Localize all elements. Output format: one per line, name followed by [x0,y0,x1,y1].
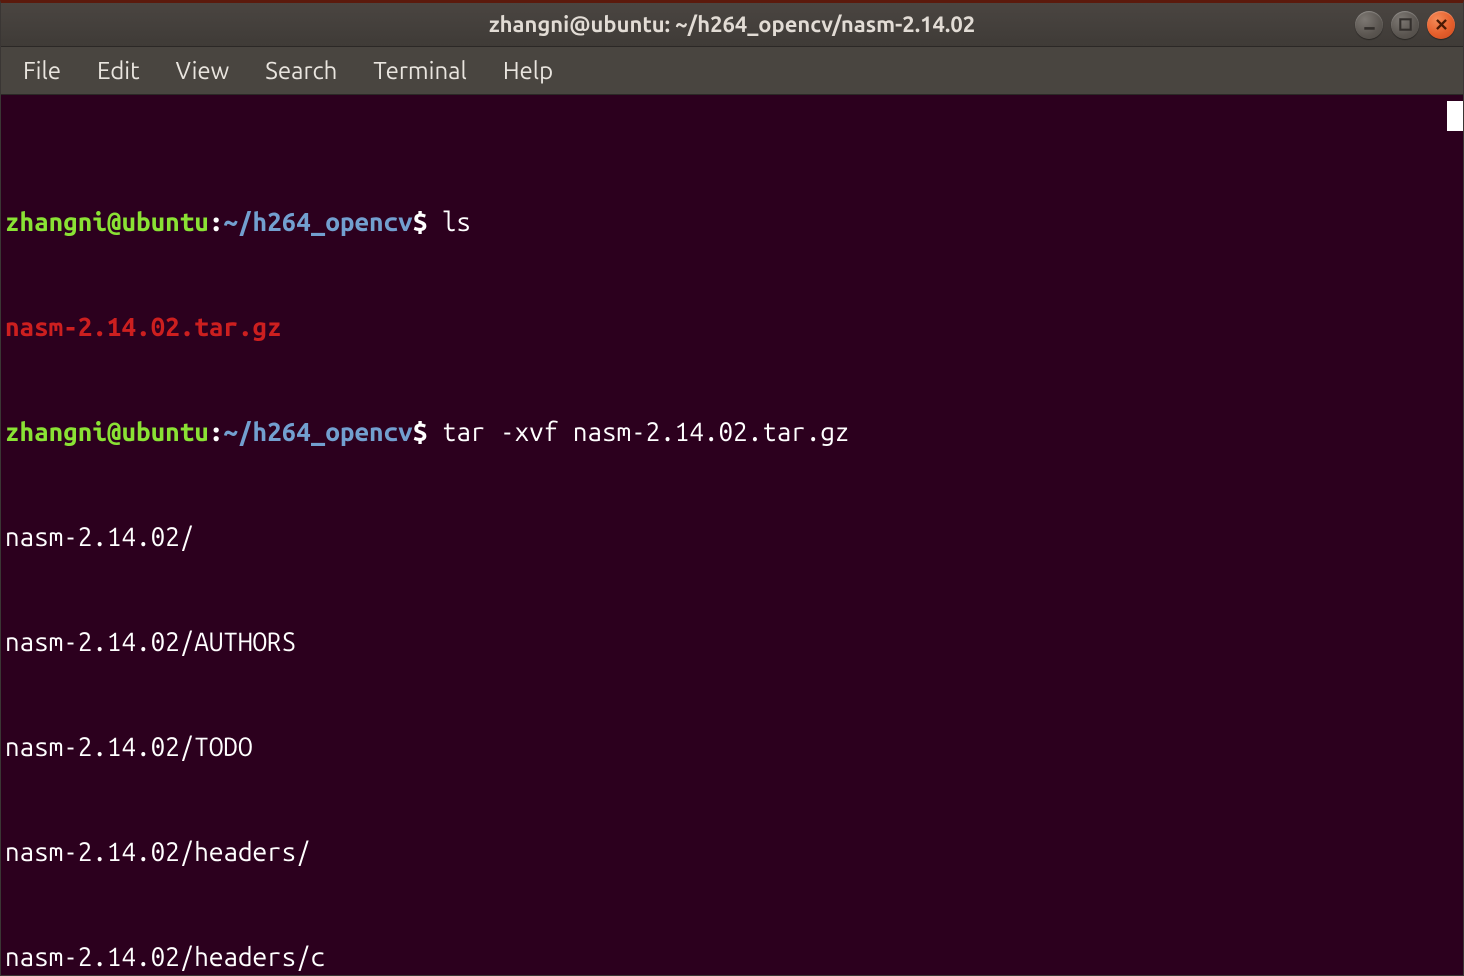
cwd: ~/h264_opencv [223,207,412,236]
output-line: nasm-2.14.02/headers/c [5,939,1459,974]
window-title: zhangni@ubuntu: ~/h264_opencv/nasm-2.14.… [489,12,975,37]
menubar: File Edit View Search Terminal Help [1,47,1463,95]
output-line: nasm-2.14.02/ [5,519,1459,554]
command-text: tar -xvf nasm-2.14.02.tar.gz [442,417,850,446]
minimize-icon [1363,18,1376,31]
cwd: ~/h264_opencv [223,417,412,446]
menu-terminal[interactable]: Terminal [355,49,484,92]
output-line: nasm-2.14.02/headers/ [5,834,1459,869]
maximize-icon [1399,18,1412,31]
menu-help[interactable]: Help [485,49,571,92]
output-line: nasm-2.14.02/AUTHORS [5,624,1459,659]
prompt-line: zhangni@ubuntu:~/h264_opencv$ ls [5,204,1459,239]
user-host: zhangni@ubuntu [5,417,209,446]
menu-file[interactable]: File [5,49,79,92]
terminal-body[interactable]: zhangni@ubuntu:~/h264_opencv$ ls nasm-2.… [1,95,1463,975]
menu-search[interactable]: Search [247,49,355,92]
prompt-symbol: $ [413,417,428,446]
terminal-window: zhangni@ubuntu: ~/h264_opencv/nasm-2.14.… [0,0,1464,976]
output-line: nasm-2.14.02/TODO [5,729,1459,764]
menu-view[interactable]: View [158,49,248,92]
window-controls [1355,11,1455,39]
menu-edit[interactable]: Edit [79,49,158,92]
ls-output: nasm-2.14.02.tar.gz [5,309,1459,344]
close-button[interactable] [1427,11,1455,39]
maximize-button[interactable] [1391,11,1419,39]
user-host: zhangni@ubuntu [5,207,209,236]
titlebar: zhangni@ubuntu: ~/h264_opencv/nasm-2.14.… [1,3,1463,47]
text-cursor [1447,101,1463,131]
colon: : [209,417,224,446]
prompt-line: zhangni@ubuntu:~/h264_opencv$ tar -xvf n… [5,414,1459,449]
prompt-symbol: $ [413,207,428,236]
close-icon [1435,18,1448,31]
command-text: ls [442,207,471,236]
minimize-button[interactable] [1355,11,1383,39]
colon: : [209,207,224,236]
